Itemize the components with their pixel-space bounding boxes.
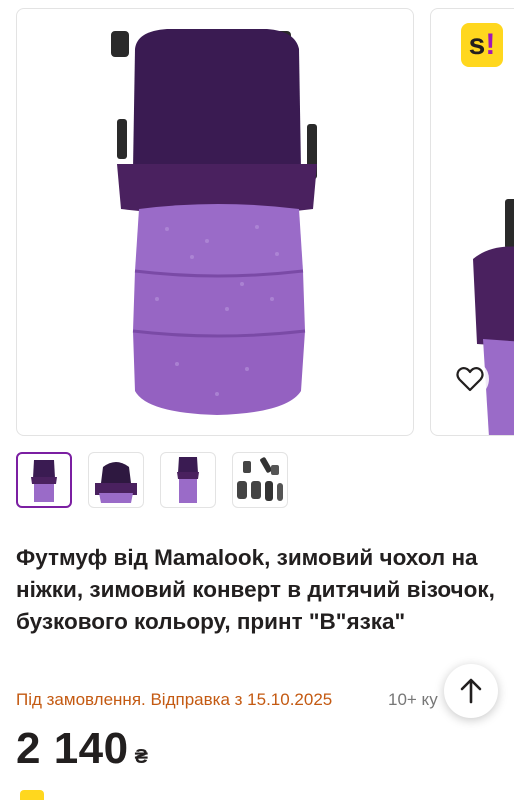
availability-status: Під замовлення. Відправка з 15.10.2025 <box>16 690 333 709</box>
product-image-next[interactable]: s! <box>430 8 514 436</box>
thumbnail-2-image <box>95 462 137 503</box>
thumbnail-strip <box>16 452 288 508</box>
arrow-up-icon <box>460 678 482 704</box>
scroll-to-top-button[interactable] <box>444 664 498 718</box>
price-value: 2 140 <box>16 724 129 773</box>
product-price: 2 140 ₴ <box>16 724 148 774</box>
product-image-main[interactable] <box>16 8 414 436</box>
thumbnail-1-image <box>31 460 57 502</box>
thumbnail-4[interactable] <box>232 452 288 508</box>
thumbnail-3-image <box>177 457 199 503</box>
favorite-button[interactable] <box>451 360 489 398</box>
heart-outline-icon <box>456 367 484 392</box>
thumbnail-3[interactable] <box>160 452 216 508</box>
footmuff-image <box>111 29 317 415</box>
price-currency: ₴ <box>134 746 148 768</box>
thumbnail-4-image <box>237 457 283 501</box>
seller-logo <box>20 790 44 800</box>
thumbnail-2[interactable] <box>88 452 144 508</box>
product-gallery[interactable]: s! <box>0 0 514 440</box>
product-title: Футмуф від Mamalook, зимовий чохол на ні… <box>16 545 495 634</box>
thumbnail-1[interactable] <box>16 452 72 508</box>
